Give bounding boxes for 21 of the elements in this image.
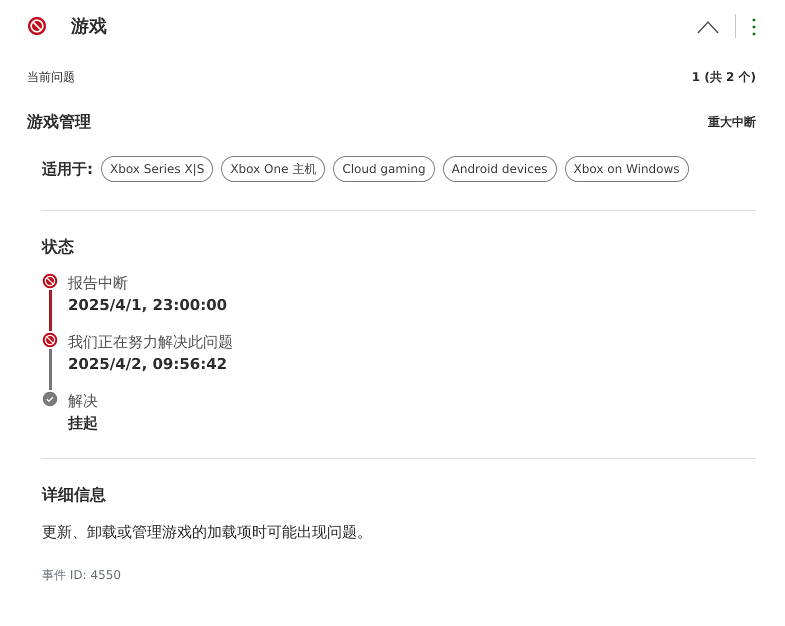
section-title: 游戏 (71, 14, 107, 38)
platform-tag: Xbox Series X|S (101, 156, 214, 182)
section-heading: 状态 (40, 236, 75, 258)
details-text: 更新、卸载或管理游戏的加载项时可能出现问题。 (41, 522, 373, 543)
step-value: 2025/4/1, 23:00:00 (68, 295, 228, 316)
platform-tag: Android devices (442, 156, 557, 182)
section-heading: 详细信息 (40, 484, 107, 506)
platform-tag: Xbox One 主机 (221, 156, 326, 182)
platform-tag: Cloud gaming (333, 156, 435, 182)
step-value: 挂起 (68, 413, 98, 434)
step-value: 2025/4/2, 09:56:42 (68, 354, 228, 375)
severity-label: 重大中断 (708, 114, 756, 131)
event-id: 事件 ID: 4550 (41, 566, 122, 584)
step-label: 我们正在努力解决此问题 (68, 332, 233, 353)
issue-title: 游戏管理 (27, 111, 91, 133)
platform-tag: Xbox on Windows (564, 156, 689, 182)
applies-label: 适用于: (42, 158, 93, 180)
step-label: 报告中断 (68, 273, 129, 294)
section-label: 当前问题 (27, 69, 75, 86)
issue-count: 1 (共 2 个) (692, 69, 756, 86)
step-label: 解决 (68, 391, 98, 412)
